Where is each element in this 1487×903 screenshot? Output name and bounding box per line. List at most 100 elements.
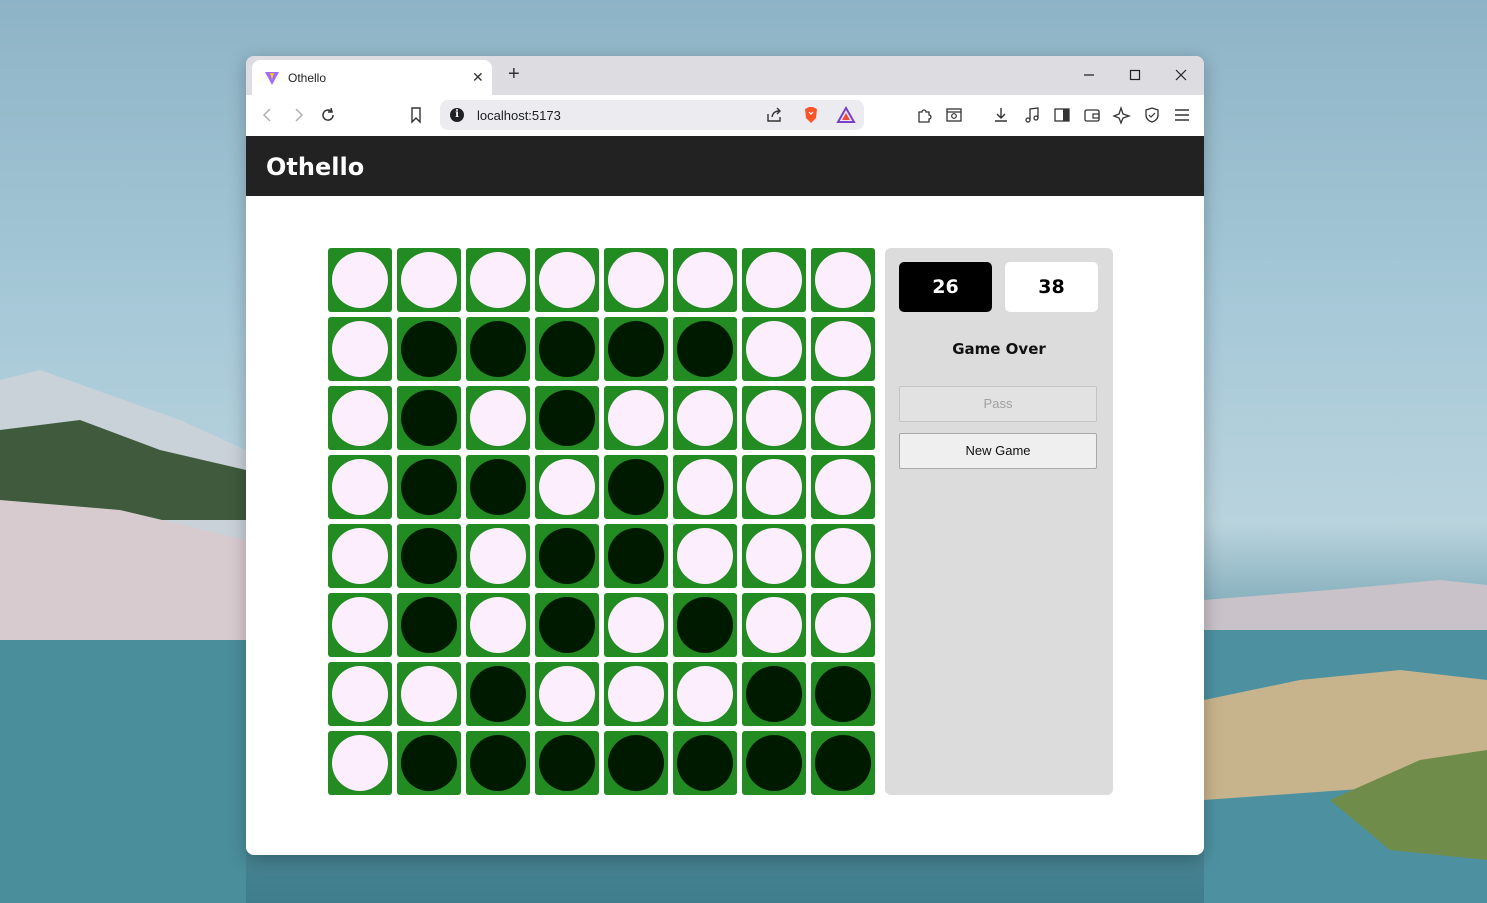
- board-cell[interactable]: [535, 593, 599, 657]
- board-cell[interactable]: [397, 386, 461, 450]
- board-cell[interactable]: [811, 524, 875, 588]
- black-disc: [401, 390, 457, 446]
- minimize-icon[interactable]: [1077, 64, 1101, 86]
- board-cell[interactable]: [466, 524, 530, 588]
- white-disc: [746, 252, 802, 308]
- black-disc: [608, 321, 664, 377]
- board-cell[interactable]: [466, 317, 530, 381]
- board-cell[interactable]: [535, 731, 599, 795]
- board-cell[interactable]: [604, 455, 668, 519]
- board-cell[interactable]: [466, 248, 530, 312]
- board-cell[interactable]: [811, 593, 875, 657]
- board-cell[interactable]: [328, 662, 392, 726]
- forward-icon[interactable]: [288, 105, 308, 125]
- new-game-button[interactable]: New Game: [899, 433, 1097, 469]
- board-cell[interactable]: [466, 593, 530, 657]
- board-cell[interactable]: [811, 455, 875, 519]
- menu-icon[interactable]: [1172, 105, 1192, 125]
- board-cell[interactable]: [604, 386, 668, 450]
- board-cell[interactable]: [535, 524, 599, 588]
- board-cell[interactable]: [466, 662, 530, 726]
- white-disc: [470, 390, 526, 446]
- board-cell[interactable]: [535, 317, 599, 381]
- tab-search-icon[interactable]: [944, 105, 964, 125]
- game-status: Game Over: [952, 340, 1046, 358]
- brave-shields-icon[interactable]: [801, 105, 821, 125]
- board-cell[interactable]: [811, 386, 875, 450]
- sidebar-icon[interactable]: [1052, 105, 1072, 125]
- board-cell[interactable]: [466, 731, 530, 795]
- tab-othello[interactable]: Othello ✕: [252, 60, 492, 95]
- board-cell[interactable]: [397, 593, 461, 657]
- board-cell[interactable]: [397, 455, 461, 519]
- board-cell[interactable]: [811, 248, 875, 312]
- wallet-icon[interactable]: [1082, 105, 1102, 125]
- close-tab-icon[interactable]: ✕: [472, 68, 484, 86]
- maximize-icon[interactable]: [1123, 64, 1147, 86]
- board-cell[interactable]: [742, 248, 806, 312]
- board-cell[interactable]: [466, 386, 530, 450]
- vpn-icon[interactable]: [1142, 105, 1162, 125]
- board-cell[interactable]: [673, 524, 737, 588]
- address-bar[interactable]: i localhost:5173: [440, 100, 864, 130]
- board-cell[interactable]: [604, 524, 668, 588]
- media-icon[interactable]: [1022, 105, 1042, 125]
- board-cell[interactable]: [673, 248, 737, 312]
- board-cell[interactable]: [673, 593, 737, 657]
- board-cell[interactable]: [742, 386, 806, 450]
- board-cell[interactable]: [397, 731, 461, 795]
- white-disc: [677, 666, 733, 722]
- new-tab-icon[interactable]: +: [508, 64, 520, 84]
- address-url[interactable]: localhost:5173: [477, 108, 561, 123]
- board-cell[interactable]: [742, 455, 806, 519]
- board-cell[interactable]: [604, 731, 668, 795]
- board-cell[interactable]: [604, 317, 668, 381]
- board-cell[interactable]: [742, 731, 806, 795]
- board-cell[interactable]: [397, 662, 461, 726]
- board-cell[interactable]: [535, 662, 599, 726]
- back-icon[interactable]: [258, 105, 278, 125]
- brave-rewards-icon[interactable]: [836, 105, 856, 125]
- board-cell[interactable]: [811, 731, 875, 795]
- board-cell[interactable]: [535, 455, 599, 519]
- close-window-icon[interactable]: [1169, 64, 1193, 86]
- board-cell[interactable]: [604, 662, 668, 726]
- board-cell[interactable]: [397, 248, 461, 312]
- board-cell[interactable]: [673, 386, 737, 450]
- board-cell[interactable]: [673, 455, 737, 519]
- board-cell[interactable]: [328, 455, 392, 519]
- board-cell[interactable]: [673, 662, 737, 726]
- board-cell[interactable]: [673, 317, 737, 381]
- board-cell[interactable]: [742, 317, 806, 381]
- board-cell[interactable]: [742, 662, 806, 726]
- white-disc: [332, 459, 388, 515]
- board-cell[interactable]: [742, 593, 806, 657]
- site-info-icon[interactable]: i: [450, 108, 464, 122]
- board-cell[interactable]: [604, 248, 668, 312]
- board-cell[interactable]: [328, 317, 392, 381]
- share-icon[interactable]: [764, 105, 784, 125]
- tab-strip: Othello ✕ +: [246, 56, 1204, 95]
- board-cell[interactable]: [328, 731, 392, 795]
- board-cell[interactable]: [328, 593, 392, 657]
- board-cell[interactable]: [466, 455, 530, 519]
- board-cell[interactable]: [397, 524, 461, 588]
- board-cell[interactable]: [328, 386, 392, 450]
- board-cell[interactable]: [811, 317, 875, 381]
- app-header: Othello: [246, 136, 1204, 196]
- pass-button[interactable]: Pass: [899, 386, 1097, 422]
- download-icon[interactable]: [991, 105, 1011, 125]
- board-cell[interactable]: [535, 248, 599, 312]
- board-cell[interactable]: [742, 524, 806, 588]
- board-cell[interactable]: [328, 524, 392, 588]
- board-cell[interactable]: [811, 662, 875, 726]
- leo-ai-icon[interactable]: [1112, 105, 1132, 125]
- board-cell[interactable]: [397, 317, 461, 381]
- board-cell[interactable]: [535, 386, 599, 450]
- bookmark-icon[interactable]: [406, 105, 426, 125]
- extensions-icon[interactable]: [914, 105, 934, 125]
- board-cell[interactable]: [604, 593, 668, 657]
- reload-icon[interactable]: [318, 105, 338, 125]
- board-cell[interactable]: [328, 248, 392, 312]
- board-cell[interactable]: [673, 731, 737, 795]
